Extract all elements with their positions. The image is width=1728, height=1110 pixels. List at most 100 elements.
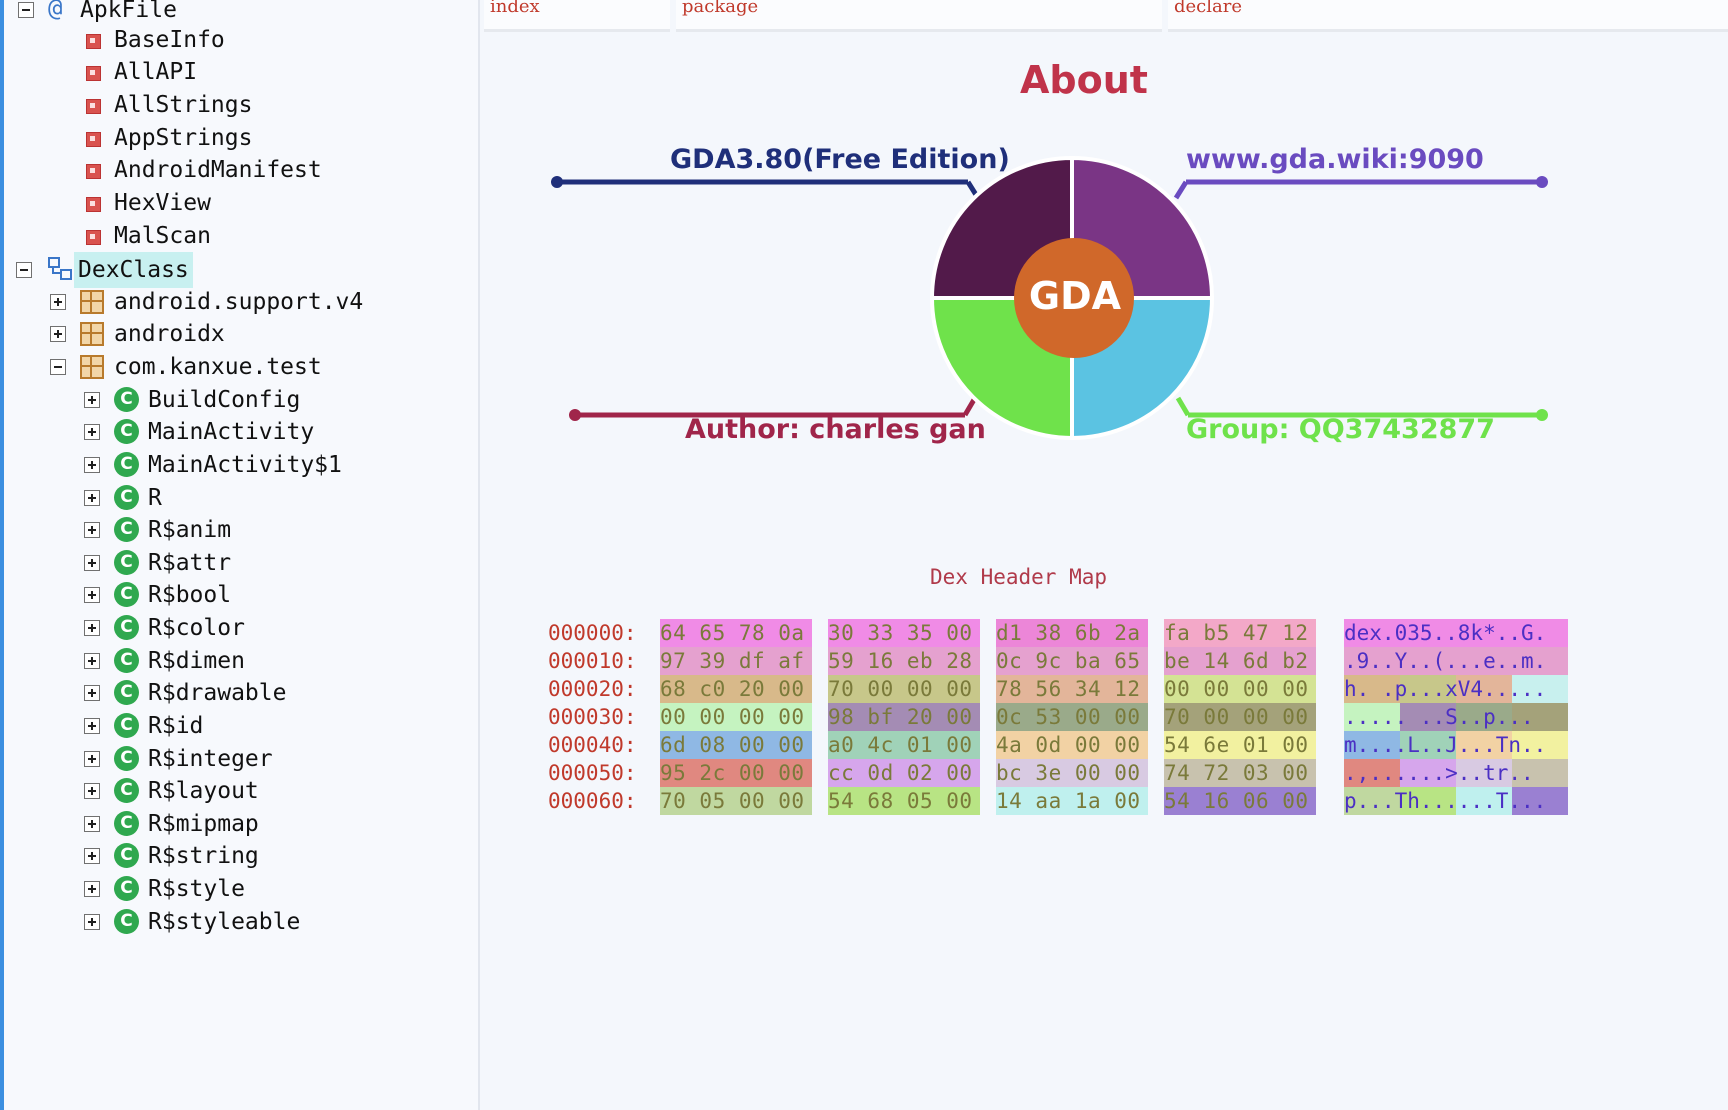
tree-class-label: R$id: [148, 713, 204, 739]
collapse-icon[interactable]: [50, 359, 66, 375]
class-icon: C: [114, 387, 139, 412]
tree-node-label: DexClass: [74, 252, 193, 288]
hex-offset: 000020:: [548, 677, 637, 701]
class-icon: C: [114, 648, 139, 673]
hex-group: 4a 0d 00 00: [996, 731, 1148, 759]
hex-group: 14 aa 1a 00: [996, 787, 1148, 815]
expand-icon[interactable]: [84, 816, 100, 832]
expand-icon[interactable]: [84, 424, 100, 440]
module-icon: [86, 66, 101, 81]
module-icon: [86, 34, 101, 49]
expand-icon[interactable]: [84, 653, 100, 669]
tree-package-label: android.support.v4: [114, 289, 364, 315]
hex-ascii: ..... ..S..p...: [1344, 703, 1568, 731]
hex-group: 97 39 df af: [660, 647, 812, 675]
expand-icon[interactable]: [84, 848, 100, 864]
hex-group: d1 38 6b 2a: [996, 619, 1148, 647]
hex-group: 59 16 eb 28: [828, 647, 980, 675]
hex-offset: 000000:: [548, 621, 637, 645]
site-link[interactable]: www.gda.wiki:9090: [1186, 144, 1484, 175]
expand-icon[interactable]: [50, 326, 66, 342]
module-icon: [86, 99, 101, 114]
hex-group: 30 33 35 00: [828, 619, 980, 647]
collapse-icon[interactable]: [18, 2, 34, 18]
class-icon: C: [114, 876, 139, 901]
expand-icon[interactable]: [84, 620, 100, 636]
tree-class-label: MainActivity$1: [148, 452, 342, 478]
tab-package[interactable]: package: [676, 0, 1162, 32]
tree-item-label: AllStrings: [114, 92, 253, 118]
hex-group: 70 00 00 00: [1164, 703, 1316, 731]
hex-ascii: m....L..J...Tn..: [1344, 731, 1568, 759]
hex-group: 0c 9c ba 65: [996, 647, 1148, 675]
hex-group: 98 bf 20 00: [828, 703, 980, 731]
hex-offset: 000060:: [548, 789, 637, 813]
hex-group: 68 c0 20 00: [660, 675, 812, 703]
hex-group: fa b5 47 12: [1164, 619, 1316, 647]
gda-logo-text: GDA: [1028, 274, 1122, 318]
hex-group: 64 65 78 0a: [660, 619, 812, 647]
hex-group: 00 00 00 00: [660, 703, 812, 731]
class-icon: C: [114, 550, 139, 575]
site-connector: [1173, 176, 1548, 200]
author-label: Author: charles gan: [685, 414, 986, 445]
expand-icon[interactable]: [84, 783, 100, 799]
expand-icon[interactable]: [84, 522, 100, 538]
tree-class-label: R: [148, 485, 162, 511]
expand-icon[interactable]: [84, 392, 100, 408]
tree-class-label: R$integer: [148, 746, 273, 772]
class-icon: C: [114, 485, 139, 510]
hex-group: 6d 08 00 00: [660, 731, 812, 759]
tree-panel: @ ApkFile BaseInfo AllAPI AllStrings App…: [0, 0, 480, 1110]
class-icon: C: [114, 452, 139, 477]
tree-class-label: R$layout: [148, 778, 259, 804]
expand-icon[interactable]: [84, 555, 100, 571]
hex-group: 70 05 00 00: [660, 787, 812, 815]
hex-group: cc 0d 02 00: [828, 759, 980, 787]
class-icon: C: [114, 778, 139, 803]
tree-class-label: R$dimen: [148, 648, 245, 674]
hex-group: 95 2c 00 00: [660, 759, 812, 787]
tree-class-label: R$mipmap: [148, 811, 259, 837]
hex-offset: 000050:: [548, 761, 637, 785]
expand-icon[interactable]: [84, 457, 100, 473]
tree-item-label: BaseInfo: [114, 27, 225, 53]
collapse-icon[interactable]: [16, 262, 32, 278]
tree-item-label: AllAPI: [114, 59, 198, 85]
hex-offset: 000040:: [548, 733, 637, 757]
tree-class-label: R$drawable: [148, 680, 287, 706]
expand-icon[interactable]: [84, 587, 100, 603]
tree-class-label: R$string: [148, 843, 259, 869]
class-icon: C: [114, 419, 139, 444]
package-icon: [80, 290, 104, 314]
module-icon: [86, 132, 101, 147]
expand-icon[interactable]: [84, 881, 100, 897]
hex-group: 78 56 34 12: [996, 675, 1148, 703]
class-icon: C: [114, 517, 139, 542]
tab-declare[interactable]: declare: [1168, 0, 1728, 32]
expand-icon[interactable]: [84, 914, 100, 930]
hex-group: 54 6e 01 00: [1164, 731, 1316, 759]
tree-item-label: HexView: [114, 190, 211, 216]
expand-icon[interactable]: [84, 685, 100, 701]
hex-group: 0c 53 00 00: [996, 703, 1148, 731]
module-icon: [86, 164, 101, 179]
hex-ascii: h. .p...xV4.....: [1344, 675, 1568, 703]
tree-class-label: R$style: [148, 876, 245, 902]
expand-icon[interactable]: [84, 751, 100, 767]
hex-offset: 000010:: [548, 649, 637, 673]
module-icon: [86, 197, 101, 212]
hex-ascii: .9..Y..(...e..m.: [1344, 647, 1568, 675]
hex-group: 00 00 00 00: [1164, 675, 1316, 703]
tree-class-label: R$bool: [148, 582, 232, 608]
expand-icon[interactable]: [50, 294, 66, 310]
expand-icon[interactable]: [84, 490, 100, 506]
tree-item-label: AppStrings: [114, 125, 253, 151]
class-icon: C: [114, 713, 139, 738]
tree-package-label: androidx: [114, 321, 225, 347]
expand-icon[interactable]: [84, 718, 100, 734]
tab-index[interactable]: index: [484, 0, 670, 32]
package-icon: [80, 322, 104, 346]
panel-edge: [0, 0, 4, 1110]
tree-class-label: R$styleable: [148, 909, 301, 935]
